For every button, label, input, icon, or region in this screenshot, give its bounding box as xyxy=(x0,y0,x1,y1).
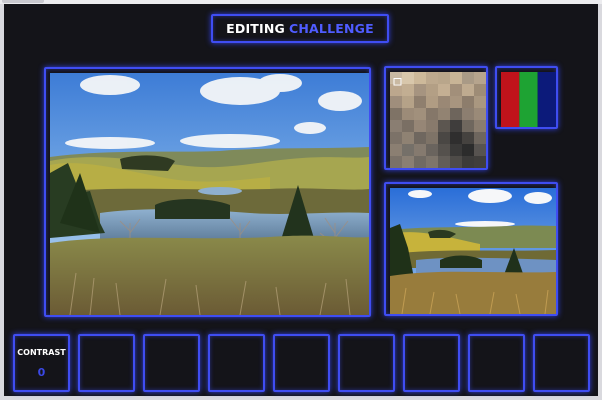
adjustment-slot[interactable] xyxy=(403,334,460,392)
game-title: EDITING CHALLENGE xyxy=(211,14,389,43)
game-stage: EDITING CHALLENGE CONTRAST 0 xyxy=(4,4,598,396)
blue-swatch-stripe xyxy=(537,72,556,127)
main-landscape-photo[interactable] xyxy=(50,73,369,315)
adjustment-slot[interactable] xyxy=(533,334,590,392)
adjustment-slot[interactable] xyxy=(208,334,265,392)
red-swatch-stripe xyxy=(501,72,520,127)
slot-value: 0 xyxy=(37,366,46,379)
green-swatch-stripe xyxy=(519,72,538,127)
contrast-slot[interactable]: CONTRAST 0 xyxy=(13,334,70,392)
title-challenge: CHALLENGE xyxy=(289,21,374,36)
rgb-swatch xyxy=(501,72,556,127)
adjustment-slot[interactable] xyxy=(143,334,200,392)
adjustment-slot[interactable] xyxy=(468,334,525,392)
browser-tab[interactable] xyxy=(2,0,44,3)
rgb-swatch-frame xyxy=(495,66,558,129)
zoom-preview-frame xyxy=(384,66,488,170)
title-editing: EDITING xyxy=(226,21,286,36)
target-thumbnail-frame xyxy=(384,182,558,316)
pixel-zoom-preview xyxy=(390,72,486,168)
adjustment-slot[interactable] xyxy=(273,334,330,392)
main-photo-frame[interactable] xyxy=(44,67,371,317)
adjustment-slot[interactable] xyxy=(338,334,395,392)
target-thumbnail-photo xyxy=(390,188,556,314)
adjustment-slot[interactable] xyxy=(78,334,135,392)
slot-label: CONTRAST xyxy=(17,348,66,357)
